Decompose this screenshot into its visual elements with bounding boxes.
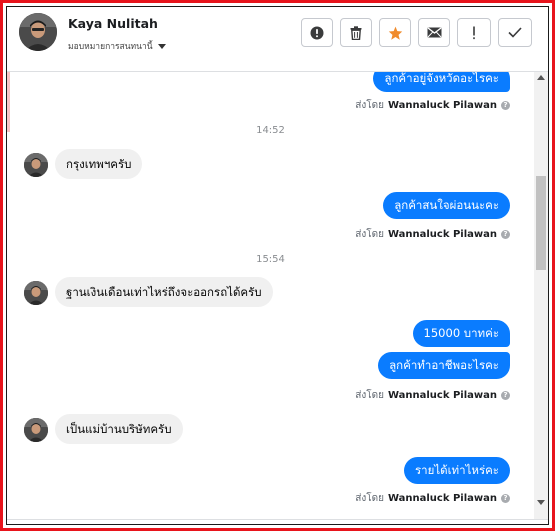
message-incoming[interactable]: ฐานเงินเดือนเท่าไหร่ถึงจะออกรถได้ครับ [55, 277, 273, 307]
sent-by-prefix: ส่งโดย [355, 493, 384, 504]
sent-by-agent[interactable]: Wannaluck Pilawan [388, 390, 497, 401]
exclamation-circle-icon [310, 26, 324, 39]
contact-avatar-small [24, 281, 48, 305]
sent-by-prefix: ส่งโดย [355, 390, 384, 401]
thread-scrollbar[interactable] [534, 72, 548, 519]
message-outgoing[interactable]: ลูกค้าอยู่จังหวัดอะไรคะ [373, 72, 510, 92]
message-incoming[interactable]: เป็นแม่บ้านบริษัทครับ [55, 414, 183, 444]
message-thread[interactable]: ลูกค้าอยู่จังหวัดอะไรคะ ส่งโดย Wannaluck… [7, 72, 534, 519]
left-edge-accent [7, 72, 10, 132]
exclamation-icon [473, 26, 475, 39]
sent-by-prefix: ส่งโดย [355, 229, 384, 240]
message-outgoing[interactable]: ลูกค้าสนใจผ่อนนะคะ [383, 192, 510, 219]
scroll-up-icon[interactable] [537, 75, 545, 80]
mark-done-button[interactable] [498, 18, 532, 47]
assign-label: มอบหมายการสนทนานี้ [68, 42, 153, 52]
timestamp: 15:54 [256, 254, 285, 265]
contact-name[interactable]: Kaya Nulitah [68, 16, 158, 31]
composer-edge [7, 519, 548, 525]
sent-by-prefix: ส่งโดย [355, 100, 384, 111]
message-outgoing[interactable]: 15000 บาทค่ะ [412, 320, 510, 347]
sent-by-agent[interactable]: Wannaluck Pilawan [388, 493, 497, 504]
help-icon[interactable]: ? [501, 230, 510, 239]
delete-button[interactable] [340, 18, 372, 47]
message-outgoing[interactable]: รายได้เท่าไหร่คะ [403, 457, 510, 484]
scrollbar-thumb[interactable] [536, 176, 546, 270]
help-icon[interactable]: ? [501, 494, 510, 503]
star-button[interactable] [379, 18, 411, 47]
help-icon[interactable]: ? [501, 101, 510, 110]
spam-report-button[interactable] [301, 18, 333, 47]
conversation-header: Kaya Nulitah มอบหมายการสนทนานี้ [7, 7, 548, 72]
assign-conversation-dropdown[interactable]: มอบหมายการสนทนานี้ [68, 39, 166, 53]
sent-by-line: ส่งโดย Wannaluck Pilawan ? [355, 227, 510, 242]
follow-up-button[interactable] [457, 18, 491, 47]
scroll-down-icon[interactable] [537, 500, 545, 505]
star-icon [388, 26, 402, 40]
contact-avatar-small [24, 418, 48, 442]
sent-by-line: ส่งโดย Wannaluck Pilawan ? [355, 98, 510, 113]
timestamp: 14:52 [256, 125, 285, 136]
message-outgoing[interactable]: ลูกค้าทำอาชีพอะไรคะ [378, 352, 510, 379]
conversation-toolbar [301, 18, 532, 47]
sent-by-agent[interactable]: Wannaluck Pilawan [388, 229, 497, 240]
check-icon [508, 27, 522, 38]
sent-by-line: ส่งโดย Wannaluck Pilawan ? [355, 388, 510, 403]
trash-icon [350, 25, 362, 40]
contact-avatar-small [24, 153, 48, 177]
message-incoming[interactable]: กรุงเทพฯครับ [55, 149, 143, 179]
contact-avatar[interactable] [19, 13, 57, 51]
caret-down-icon [157, 44, 166, 49]
sent-by-agent[interactable]: Wannaluck Pilawan [388, 100, 497, 111]
envelope-icon [427, 27, 441, 38]
mark-unread-button[interactable] [418, 18, 450, 47]
sent-by-line: ส่งโดย Wannaluck Pilawan ? [355, 491, 510, 506]
help-icon[interactable]: ? [501, 391, 510, 400]
